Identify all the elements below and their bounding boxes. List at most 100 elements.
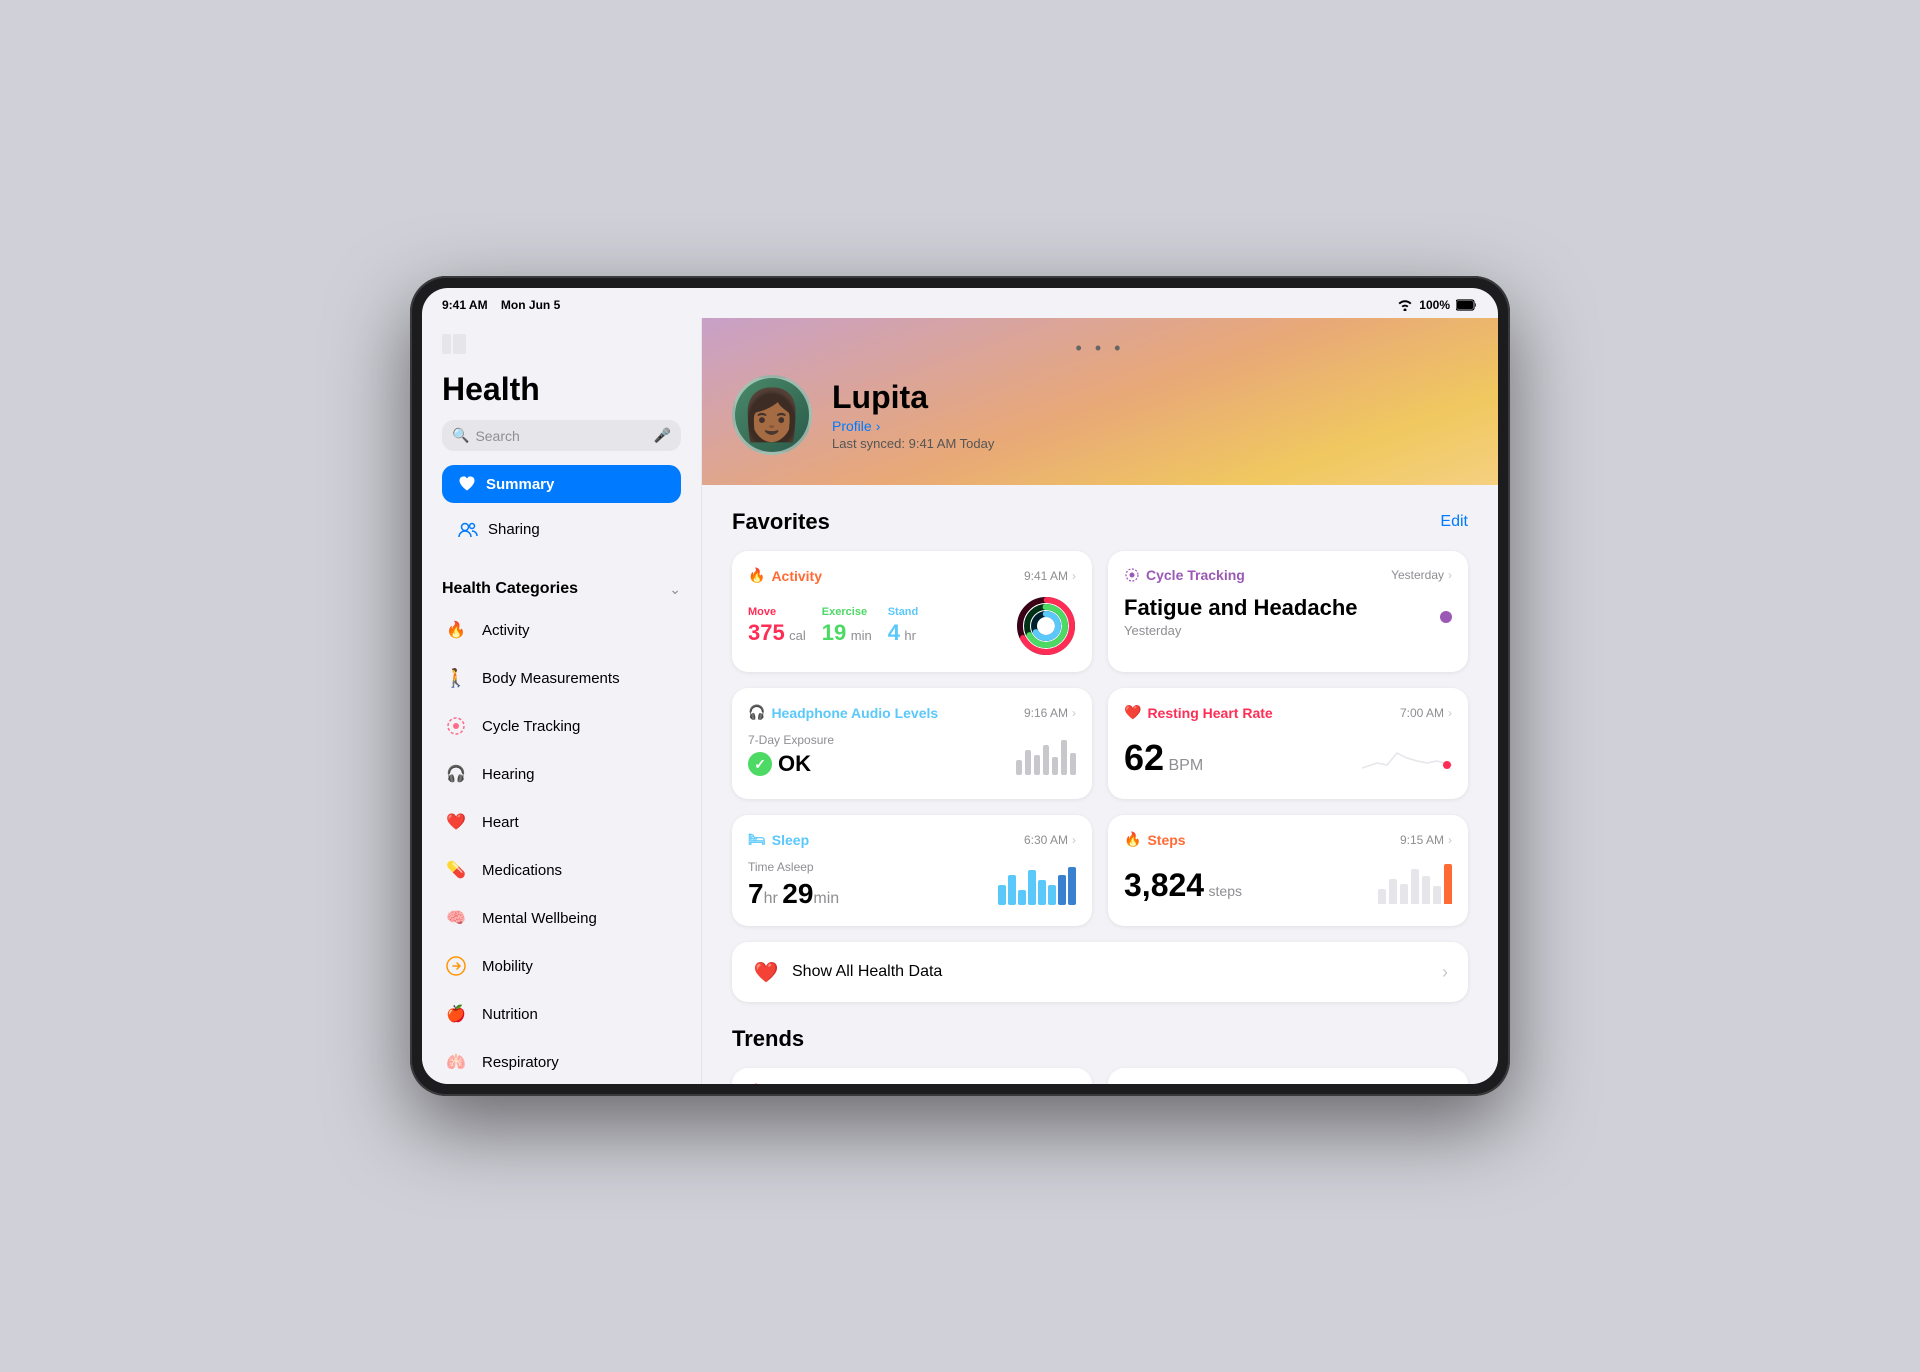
heart-rate-card[interactable]: ❤️ Resting Heart Rate 7:00 AM › — [1108, 688, 1468, 799]
sidebar-item-mental[interactable]: 🧠 Mental Wellbeing — [422, 894, 701, 942]
chevron-down-icon[interactable]: ⌄ — [669, 581, 681, 598]
header-gradient: • • • 👩🏾 Lupita Profile › Last synced: 9… — [702, 318, 1498, 485]
headphone-card-title: 🎧 Headphone Audio Levels — [748, 704, 938, 721]
headphone-card[interactable]: 🎧 Headphone Audio Levels 9:16 AM › — [732, 688, 1092, 799]
sleep-stat-label: Time Asleep — [748, 860, 839, 874]
cycle-date: Yesterday — [1124, 623, 1452, 638]
sidebar-item-heart[interactable]: ❤️ Heart — [422, 798, 701, 846]
sleep-icon-small: 🛏 — [748, 831, 766, 848]
sleep-bar-2 — [1008, 875, 1016, 905]
headphone-icon: 🎧 — [748, 704, 765, 721]
sidebar-toggle-icon — [442, 332, 466, 356]
sidebar-item-cycle[interactable]: Cycle Tracking — [422, 702, 701, 750]
sidebar-item-medications[interactable]: 💊 Medications — [422, 846, 701, 894]
respiratory-label: Respiratory — [482, 1054, 559, 1071]
sleep-chevron: › — [1072, 833, 1076, 847]
steps-content: 3,824 steps — [1124, 860, 1452, 904]
sidebar-toolbar[interactable] — [442, 332, 681, 361]
cycle-tracking-icon — [446, 716, 466, 736]
headphone-title-text: Headphone Audio Levels — [771, 705, 938, 721]
sidebar-item-activity[interactable]: 🔥 Activity — [422, 606, 701, 654]
status-bar: 9:41 AM Mon Jun 5 100% — [422, 288, 1498, 318]
hearing-label: Hearing — [482, 766, 535, 783]
ipad-screen: Health 🔍 Search 🎤 Summary — [422, 288, 1498, 1084]
sidebar-item-body[interactable]: 🚶 Body Measurements — [422, 654, 701, 702]
steps-bar-2 — [1389, 879, 1397, 904]
three-dots: • • • — [732, 338, 1468, 359]
headphone-chevron: › — [1072, 706, 1076, 720]
bar-7 — [1070, 753, 1076, 775]
activity-flame-icon: 🔥 — [748, 567, 765, 584]
ok-badge: ✓ OK — [748, 751, 834, 777]
steps-title-text: Steps — [1147, 832, 1185, 848]
sleep-card[interactable]: 🛏 Sleep 6:30 AM › Time Asleep — [732, 815, 1092, 926]
mic-icon: 🎤 — [654, 427, 671, 444]
steps-unit: steps — [1209, 883, 1242, 899]
sleep-title-text: Sleep — [772, 832, 809, 848]
sidebar: Health 🔍 Search 🎤 Summary — [422, 318, 702, 1084]
move-value-row: 375 cal — [748, 620, 806, 646]
last-synced: Last synced: 9:41 AM Today — [832, 436, 994, 451]
activity-stats: Move 375 cal Exercise — [748, 606, 918, 646]
bar-1 — [1016, 760, 1022, 775]
favorites-title: Favorites — [732, 509, 830, 535]
trend-exercise[interactable]: 🔥 Exercise Minutes › — [732, 1068, 1092, 1084]
exercise-unit: min — [851, 628, 872, 643]
cycle-label: Cycle Tracking — [482, 718, 580, 735]
cycle-card-header: Cycle Tracking Yesterday › — [1124, 567, 1452, 583]
cycle-time-text: Yesterday — [1391, 568, 1444, 582]
cycle-dot — [1440, 611, 1452, 623]
cycle-chevron: › — [1448, 568, 1452, 582]
headphone-card-time: 9:16 AM › — [1024, 706, 1076, 720]
activity-card[interactable]: 🔥 Activity 9:41 AM › — [732, 551, 1092, 672]
sleep-bar-7 — [1058, 875, 1066, 905]
edit-button[interactable]: Edit — [1440, 513, 1468, 531]
stand-unit: hr — [904, 628, 916, 643]
avatar[interactable]: 👩🏾 — [732, 375, 812, 455]
steps-card[interactable]: 🔥 Steps 9:15 AM › 3,824 — [1108, 815, 1468, 926]
cycle-card-title: Cycle Tracking — [1124, 567, 1245, 583]
sidebar-top: Health 🔍 Search 🎤 Summary — [422, 318, 701, 556]
profile-section: 👩🏾 Lupita Profile › Last synced: 9:41 AM… — [732, 375, 1468, 455]
cards-row-3: 🛏 Sleep 6:30 AM › Time Asleep — [732, 815, 1468, 926]
heart-time-text: 7:00 AM — [1400, 706, 1444, 720]
battery-icon — [1456, 299, 1478, 311]
nutrition-label: Nutrition — [482, 1006, 538, 1023]
mental-icon: 🧠 — [442, 904, 470, 932]
summary-button[interactable]: Summary — [442, 465, 681, 503]
bar-4 — [1043, 745, 1049, 775]
status-right: 100% — [1397, 298, 1478, 312]
activity-content: Move 375 cal Exercise — [748, 596, 1076, 656]
sidebar-item-nutrition[interactable]: 🍎 Nutrition — [422, 990, 701, 1038]
bpm-display: 62 BPM — [1124, 737, 1203, 779]
trend-walking-hr[interactable]: ❤️ Walking Heart Rate Average › — [1108, 1068, 1468, 1084]
app-container: Health 🔍 Search 🎤 Summary — [422, 318, 1498, 1084]
trend-walking-hr-text: Walking Heart Rate Average — [1147, 1083, 1332, 1084]
sharing-button[interactable]: Sharing — [442, 511, 681, 548]
sleep-minutes: 29 — [782, 878, 813, 909]
activity-card-header: 🔥 Activity 9:41 AM › — [748, 567, 1076, 584]
show-all-card[interactable]: ❤️ Show All Health Data › — [732, 942, 1468, 1002]
sleep-bar-8 — [1068, 867, 1076, 905]
activity-card-time: 9:41 AM › — [1024, 569, 1076, 583]
sleep-hours-unit: hr — [764, 890, 778, 907]
headphone-card-header: 🎧 Headphone Audio Levels 9:16 AM › — [748, 704, 1076, 721]
show-all-text: Show All Health Data — [792, 963, 1430, 981]
sidebar-item-mobility[interactable]: Mobility — [422, 942, 701, 990]
steps-bar-1 — [1378, 889, 1386, 904]
sidebar-item-respiratory[interactable]: 🫁 Respiratory — [422, 1038, 701, 1084]
sleep-bars — [998, 865, 1076, 905]
search-bar[interactable]: 🔍 Search 🎤 — [442, 420, 681, 451]
bar-3 — [1034, 755, 1040, 775]
sidebar-item-hearing[interactable]: 🎧 Hearing — [422, 750, 701, 798]
activity-card-title: 🔥 Activity — [748, 567, 822, 584]
sleep-bar-5 — [1038, 880, 1046, 905]
respiratory-icon: 🫁 — [442, 1048, 470, 1076]
battery-label: 100% — [1419, 298, 1450, 312]
sleep-card-header: 🛏 Sleep 6:30 AM › — [748, 831, 1076, 848]
profile-link[interactable]: Profile › — [832, 418, 994, 434]
cycle-tracking-card[interactable]: Cycle Tracking Yesterday › Fatigue and H… — [1108, 551, 1468, 672]
ok-text: OK — [778, 751, 811, 777]
bar-5 — [1052, 757, 1058, 775]
exercise-label: Exercise — [822, 606, 872, 618]
